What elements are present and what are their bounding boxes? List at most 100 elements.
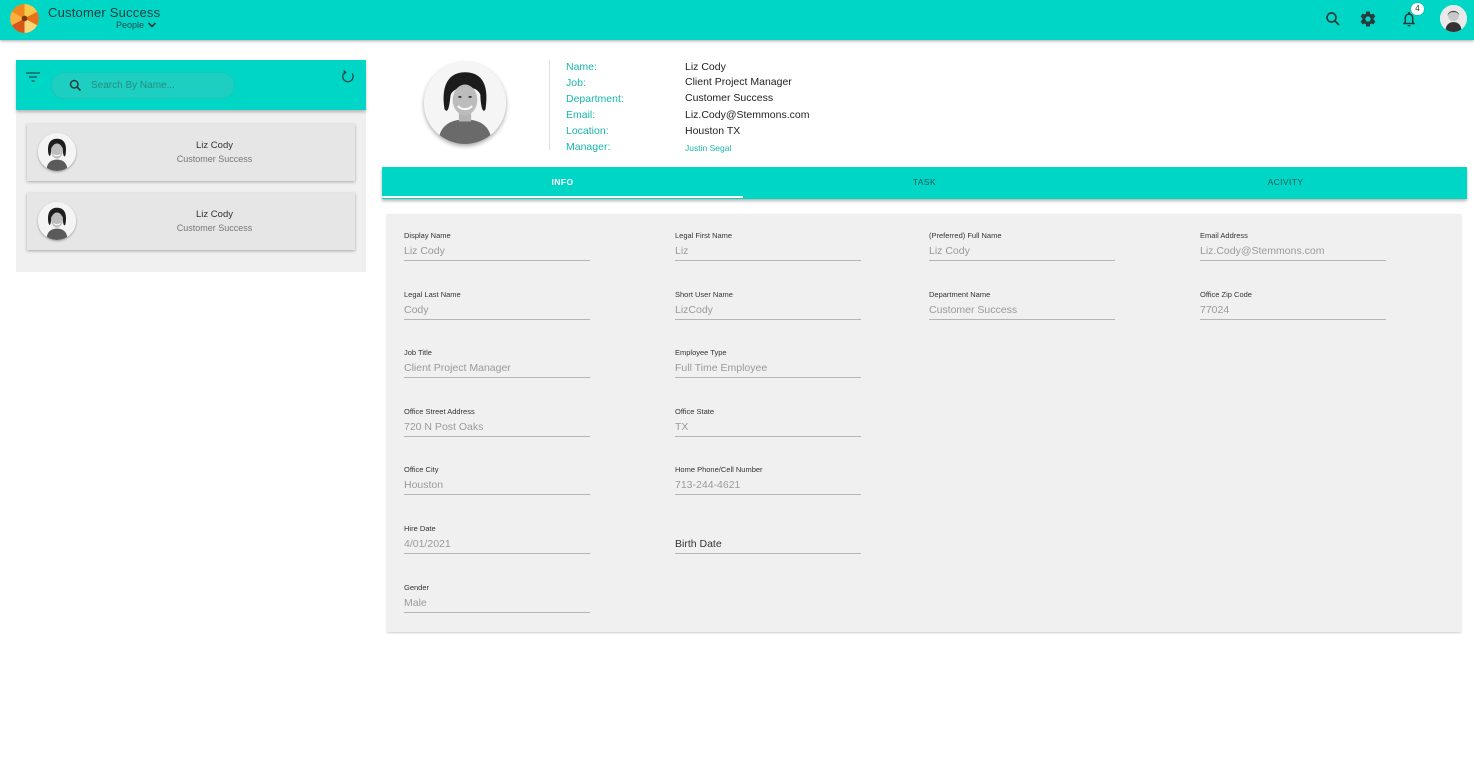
office-city-field[interactable]: Office City (404, 465, 590, 495)
field-label: Gender (404, 583, 430, 592)
location-label: Location: (566, 125, 609, 137)
field-label: Display Name (404, 231, 451, 240)
short-user-name-input[interactable] (675, 304, 861, 316)
search-box[interactable] (51, 72, 235, 99)
legal-last-name-input[interactable] (404, 304, 590, 316)
home-phone-input[interactable] (675, 479, 861, 491)
field-underline (929, 319, 1115, 320)
birth-date-placeholder: Birth Date (675, 538, 722, 550)
office-street-address-input[interactable] (404, 421, 590, 433)
field-label: Short User Name (675, 290, 733, 299)
display-name-input[interactable] (404, 245, 590, 257)
field-underline (675, 436, 861, 437)
field-underline (675, 553, 861, 554)
gender-input[interactable] (404, 597, 590, 609)
user-avatar[interactable] (1440, 5, 1467, 32)
app-logo-icon[interactable] (10, 4, 39, 33)
gear-icon[interactable] (1358, 9, 1378, 29)
office-zip-code-input[interactable] (1200, 304, 1386, 316)
chevron-down-icon (147, 22, 157, 28)
search-input[interactable] (91, 77, 227, 94)
module-switcher-label: People (116, 20, 145, 30)
profile-name: Liz Cody (685, 61, 726, 73)
email-address-field[interactable]: Email Address (1200, 231, 1386, 261)
email-label: Email: (566, 109, 596, 121)
profile-location: Houston TX (685, 125, 741, 137)
field-label: (Preferred) Full Name (929, 231, 1002, 240)
hire-date-input[interactable] (404, 538, 590, 550)
tab-task[interactable]: TASK (744, 167, 1105, 199)
module-switcher[interactable]: People (116, 20, 157, 30)
search-icon (69, 79, 82, 92)
field-underline (1200, 260, 1386, 261)
field-label: Job Title (404, 348, 432, 357)
person-department: Customer Success (176, 223, 253, 233)
profile-photo (424, 62, 506, 144)
short-user-name-field[interactable]: Short User Name (675, 290, 861, 320)
field-underline (675, 260, 861, 261)
field-label: Home Phone/Cell Number (675, 465, 763, 474)
legal-first-name-field[interactable]: Legal First Name (675, 231, 861, 261)
app-title: Customer Success (48, 5, 161, 20)
preferred-full-name-input[interactable] (929, 245, 1115, 257)
office-city-input[interactable] (404, 479, 590, 491)
employee-type-field[interactable]: Employee Type (675, 348, 861, 378)
field-underline (404, 494, 590, 495)
office-state-input[interactable] (675, 421, 861, 433)
field-underline (404, 319, 590, 320)
preferred-full-name-field[interactable]: (Preferred) Full Name (929, 231, 1115, 261)
email-address-input[interactable] (1200, 245, 1386, 257)
office-street-address-field[interactable]: Office Street Address (404, 407, 590, 437)
job-label: Job: (566, 77, 586, 89)
field-label: Email Address (1200, 231, 1248, 240)
person-department: Customer Success (176, 154, 253, 164)
legal-last-name-field[interactable]: Legal Last Name (404, 290, 590, 320)
person-name: Liz Cody (196, 140, 233, 151)
field-underline (404, 612, 590, 613)
legal-first-name-input[interactable] (675, 245, 861, 257)
hire-date-field[interactable]: Hire Date (404, 524, 590, 554)
active-tab-indicator (382, 196, 743, 198)
search-icon[interactable] (1323, 9, 1343, 29)
department-name-field[interactable]: Department Name (929, 290, 1115, 320)
field-label: Hire Date (404, 524, 436, 533)
field-label: Legal Last Name (404, 290, 461, 299)
tab-activity[interactable]: ACIVITY (1105, 167, 1466, 199)
job-title-input[interactable] (404, 362, 590, 374)
field-underline (404, 436, 590, 437)
field-underline (404, 553, 590, 554)
info-form: Display Name Legal First Name (Preferred… (387, 214, 1461, 632)
profile-department: Customer Success (685, 92, 774, 104)
person-name: Liz Cody (196, 209, 233, 220)
refresh-icon[interactable] (340, 69, 356, 85)
field-label: Legal First Name (675, 231, 733, 240)
person-card[interactable]: Liz Cody Customer Success (27, 193, 355, 250)
profile-tabs: INFO TASK ACIVITY (382, 167, 1467, 199)
person-avatar (38, 202, 76, 240)
profile-divider (549, 60, 550, 150)
field-underline (929, 260, 1115, 261)
profile-email: Liz.Cody@Stemmons.com (685, 109, 810, 121)
gender-field[interactable]: Gender (404, 583, 590, 613)
employee-type-input[interactable] (675, 362, 861, 374)
field-label: Department Name (929, 290, 991, 299)
filter-icon[interactable] (25, 70, 41, 84)
name-label: Name: (566, 61, 597, 73)
birth-date-field[interactable]: Birth Date (675, 524, 861, 554)
field-underline (404, 377, 590, 378)
field-underline (404, 260, 590, 261)
field-label: Office State (675, 407, 715, 416)
department-name-input[interactable] (929, 304, 1115, 316)
manager-link[interactable]: Justin Segal (685, 143, 731, 153)
job-title-field[interactable]: Job Title (404, 348, 590, 378)
people-list-panel: Liz Cody Customer Success Liz Cody Custo… (16, 60, 366, 272)
person-card[interactable]: Liz Cody Customer Success (27, 124, 355, 181)
display-name-field[interactable]: Display Name (404, 231, 590, 261)
person-avatar (38, 133, 76, 171)
field-label: Office City (404, 465, 439, 474)
office-state-field[interactable]: Office State (675, 407, 861, 437)
field-label: Office Street Address (404, 407, 475, 416)
office-zip-code-field[interactable]: Office Zip Code (1200, 290, 1386, 320)
tab-info[interactable]: INFO (382, 167, 743, 199)
home-phone-field[interactable]: Home Phone/Cell Number (675, 465, 861, 495)
